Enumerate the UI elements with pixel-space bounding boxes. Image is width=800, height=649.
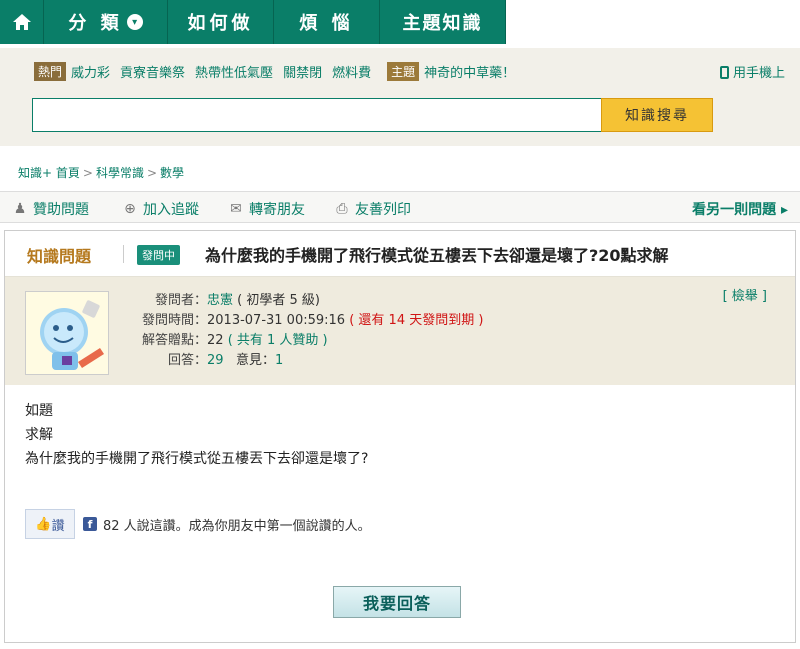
answers-label: 回答：: [167, 353, 207, 368]
nav-how-to-label: 如何做: [187, 13, 254, 34]
answers-row: 回答：29 意見：1: [131, 351, 483, 371]
hot-item[interactable]: 燃料費: [332, 62, 371, 81]
points-value: 22: [207, 333, 224, 348]
sponsor-button[interactable]: ♟ 贊助問題: [12, 199, 89, 219]
like-label: 讚: [51, 518, 65, 534]
section-label: 知識問題: [27, 247, 92, 266]
print-button[interactable]: ⎙ 友善列印: [334, 199, 411, 219]
question-meta: 發問者：忠憲 ( 初學者 5 級) 發問時間：2013-07-31 00:59:…: [131, 291, 483, 371]
nav-spacer: [506, 0, 800, 44]
plus-circle-icon: ⊕: [124, 201, 136, 217]
answers-count[interactable]: 29: [207, 353, 224, 368]
top-nav: 分 類 ▾ 如何做 煩 惱 主題知識: [0, 0, 800, 44]
next-question-link[interactable]: 看另一則問題 ▸: [692, 199, 788, 219]
mobile-link-label: 用手機上: [733, 66, 786, 81]
question-header: 知識問題 發問中 為什麼我的手機開了飛行模式從五樓丟下去卻還是壞了?20點求解: [5, 231, 795, 277]
avatar-mascot-icon: [40, 300, 104, 370]
body-line: 求解: [25, 427, 53, 443]
breadcrumb: 知識+ 首頁 > 科學常識 > 數學: [18, 164, 184, 181]
report-link[interactable]: [ 檢舉 ]: [723, 285, 767, 304]
follow-label: 加入追蹤: [143, 202, 199, 218]
nav-topic-label: 主題知識: [402, 13, 483, 34]
question-body: 如題 求解 為什麼我的手機開了飛行模式從五樓丟下去卻還是壞了?: [25, 399, 368, 471]
hot-item[interactable]: 貢寮音樂祭: [120, 62, 185, 81]
like-row: 👍 讚 f 82 人說這讚。成為你朋友中第一個說讚的人。: [25, 509, 371, 539]
answer-button[interactable]: 我要回答: [333, 586, 461, 618]
nav-category-label: 分 類: [68, 13, 123, 34]
search-area: 熱門 威力彩 貢寮音樂祭 熱帶性低氣壓 關禁閉 燃料費 主題 神奇的中草藥！ 用…: [0, 48, 800, 146]
hot-tag: 熱門: [34, 62, 67, 81]
forward-button[interactable]: ✉ 轉寄朋友: [228, 199, 305, 219]
phone-icon: [720, 66, 729, 79]
points-label: 解答贈點：: [141, 333, 207, 348]
opinions-count[interactable]: 1: [275, 353, 283, 368]
asker-level: ( 初學者 5 級): [237, 293, 320, 308]
question-info: [ 檢舉 ] 發問者：忠憲 ( 初學者 5 級) 發問時間：2013-07-31…: [5, 277, 795, 385]
points-row: 解答贈點：22 ( 共有 1 人贊助 ): [131, 331, 483, 351]
hot-keywords: 熱門 威力彩 貢寮音樂祭 熱帶性低氣壓 關禁閉 燃料費 主題 神奇的中草藥！: [34, 62, 525, 81]
printer-icon: ⎙: [336, 201, 348, 217]
chevron-down-icon: ▾: [126, 14, 143, 30]
question-title: 為什麼我的手機開了飛行模式從五樓丟下去卻還是壞了?20點求解: [205, 246, 669, 265]
nav-how-to[interactable]: 如何做: [168, 0, 274, 44]
divider: [123, 245, 124, 263]
thumbs-up-icon: 👍: [35, 516, 52, 532]
breadcrumb-math[interactable]: 數學: [160, 166, 184, 180]
question-panel: 知識問題 發問中 為什麼我的手機開了飛行模式從五樓丟下去卻還是壞了?20點求解 …: [4, 230, 796, 643]
home-icon: [12, 14, 31, 30]
opinions-label: 意見：: [235, 353, 275, 368]
sponsor-label: 贊助問題: [33, 202, 89, 218]
mobile-link[interactable]: 用手機上: [720, 62, 785, 81]
asker-label: 發問者：: [154, 293, 207, 308]
asker-row: 發問者：忠憲 ( 初學者 5 級): [131, 291, 483, 311]
mail-icon: ✉: [230, 201, 242, 217]
topic-item[interactable]: 神奇的中草藥！: [424, 62, 515, 81]
time-label: 發問時間：: [141, 313, 207, 328]
breadcrumb-separator: >: [146, 166, 158, 180]
hot-item[interactable]: 熱帶性低氣壓: [195, 62, 273, 81]
home-button[interactable]: [0, 0, 44, 44]
forward-label: 轉寄朋友: [249, 202, 305, 218]
nav-worry-label: 煩 惱: [299, 13, 354, 34]
avatar[interactable]: [25, 291, 109, 375]
search-input[interactable]: [32, 98, 602, 132]
like-button[interactable]: 👍 讚: [25, 509, 75, 539]
breadcrumb-science[interactable]: 科學常識: [96, 166, 144, 180]
print-label: 友善列印: [355, 202, 411, 218]
like-count-text: 82 人說這讚。成為你朋友中第一個說讚的人。: [103, 518, 371, 534]
hot-item[interactable]: 威力彩: [71, 62, 110, 81]
status-badge: 發問中: [137, 245, 180, 265]
body-line: 如題: [25, 403, 53, 419]
asker-name[interactable]: 忠憲: [207, 293, 233, 308]
search-button[interactable]: 知識搜尋: [601, 98, 713, 132]
points-note[interactable]: ( 共有 1 人贊助 ): [228, 333, 328, 348]
breadcrumb-home[interactable]: 知識+ 首頁: [18, 166, 80, 180]
nav-category[interactable]: 分 類 ▾: [44, 0, 168, 44]
nav-topic[interactable]: 主題知識: [380, 0, 506, 44]
hot-item[interactable]: 關禁閉: [283, 62, 322, 81]
sponsor-icon: ♟: [13, 201, 27, 217]
time-row: 發問時間：2013-07-31 00:59:16 ( 還有 14 天發問到期 ): [131, 311, 483, 331]
topic-tag: 主題: [387, 62, 420, 81]
follow-button[interactable]: ⊕ 加入追蹤: [122, 199, 199, 219]
time-value: 2013-07-31 00:59:16: [207, 313, 346, 328]
facebook-icon: f: [83, 517, 97, 531]
breadcrumb-separator: >: [82, 166, 93, 180]
time-remaining: ( 還有 14 天發問到期 ): [349, 313, 484, 328]
action-bar: ♟ 贊助問題 ⊕ 加入追蹤 ✉ 轉寄朋友 ⎙ 友善列印 看另一則問題 ▸: [0, 191, 800, 223]
body-line: 為什麼我的手機開了飛行模式從五樓丟下去卻還是壞了?: [25, 451, 369, 467]
nav-worry[interactable]: 煩 惱: [274, 0, 380, 44]
